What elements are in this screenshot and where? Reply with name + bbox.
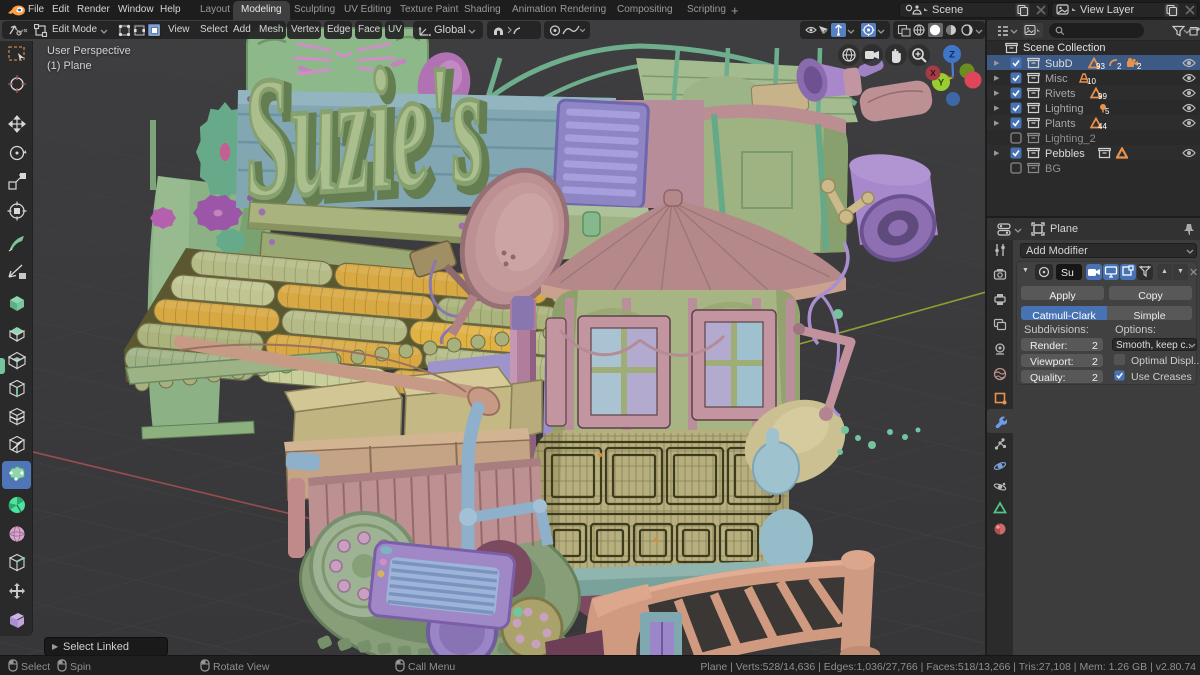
svg-text:Z: Z — [949, 50, 955, 61]
svg-text:Y: Y — [938, 78, 945, 89]
svg-text:X: X — [930, 68, 936, 78]
